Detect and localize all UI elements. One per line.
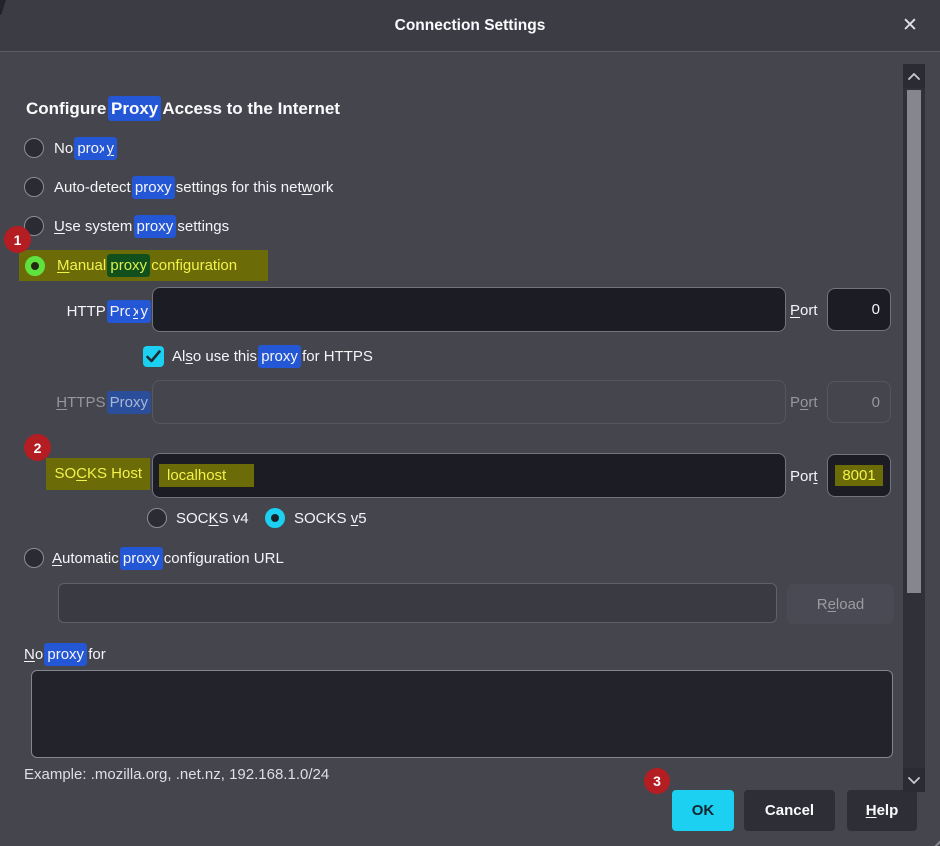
https-port-label: Port xyxy=(790,392,818,414)
socks-port-input[interactable]: 8001 xyxy=(827,454,891,497)
ok-button[interactable]: OK xyxy=(672,790,734,831)
socks-host-input[interactable]: localhost xyxy=(152,453,786,498)
annotation-badge-3: 3 xyxy=(644,768,670,794)
checkmark-icon xyxy=(146,350,161,363)
help-button[interactable]: Help xyxy=(847,790,917,831)
https-port-input xyxy=(827,381,891,423)
also-https-label[interactable]: Also use this proxy for HTTPS xyxy=(172,346,373,368)
scrollbar-thumb[interactable] xyxy=(907,90,921,593)
http-port-label: Port xyxy=(790,300,818,322)
cancel-button[interactable]: Cancel xyxy=(744,790,835,831)
https-proxy-input xyxy=(152,380,786,424)
close-icon[interactable]: ✕ xyxy=(890,0,930,52)
chevron-down-icon[interactable] xyxy=(903,768,925,792)
socks-port-value: 8001 xyxy=(835,465,882,486)
automatic-url-input xyxy=(58,583,777,623)
radio-manual-row[interactable]: Manual proxy configuration xyxy=(19,250,268,281)
no-proxy-example-text: Example: .mozilla.org, .net.nz, 192.168.… xyxy=(24,766,329,783)
reload-button: Reload xyxy=(787,584,894,624)
socks-host-label: SOCKS Host xyxy=(46,458,150,490)
radio-socks-v4-label[interactable]: SOCKS v4 xyxy=(176,508,249,530)
also-https-checkbox[interactable] xyxy=(143,346,164,367)
radio-socks-v4[interactable] xyxy=(147,508,167,528)
chevron-up-icon[interactable] xyxy=(903,64,925,88)
radio-socks-v5-label[interactable]: SOCKS v5 xyxy=(294,508,367,530)
radio-auto-detect[interactable] xyxy=(24,177,44,197)
resize-grip-icon[interactable] xyxy=(920,839,940,846)
radio-manual[interactable] xyxy=(25,256,45,276)
page-title: Configure Proxy Access to the Internet xyxy=(26,99,340,119)
http-proxy-label: HTTP Proxy xyxy=(0,301,148,323)
no-proxy-for-label: No proxy for xyxy=(24,644,106,666)
radio-no-proxy-label[interactable]: No proxy xyxy=(54,138,114,160)
no-proxy-for-textarea[interactable] xyxy=(31,670,893,758)
radio-use-system-label[interactable]: Use system proxy settings xyxy=(54,216,229,238)
radio-socks-v5[interactable] xyxy=(265,508,285,528)
radio-auto-detect-label[interactable]: Auto-detect proxy settings for this netw… xyxy=(54,177,333,199)
http-port-input[interactable] xyxy=(827,288,891,331)
annotation-badge-2: 2 xyxy=(24,434,51,461)
http-proxy-input[interactable] xyxy=(152,287,786,332)
radio-no-proxy[interactable] xyxy=(24,138,44,158)
socks-host-label-wrap: SOCKS Host xyxy=(0,458,150,490)
https-proxy-label: HTTPS Proxy xyxy=(0,392,148,414)
radio-automatic-label[interactable]: Automatic proxy configuration URL xyxy=(52,548,284,570)
radio-automatic[interactable] xyxy=(24,548,44,568)
connection-settings-dialog: Connection Settings ✕ Configure Proxy Ac… xyxy=(0,0,940,846)
socks-port-label: Port xyxy=(790,466,818,488)
dialog-titlebar: Connection Settings ✕ xyxy=(0,0,940,52)
dialog-title: Connection Settings xyxy=(0,0,940,52)
radio-manual-label[interactable]: Manual proxy configuration xyxy=(57,256,237,276)
vertical-scrollbar[interactable] xyxy=(903,64,925,792)
annotation-badge-1: 1 xyxy=(4,226,31,253)
socks-host-value: localhost xyxy=(159,464,254,487)
